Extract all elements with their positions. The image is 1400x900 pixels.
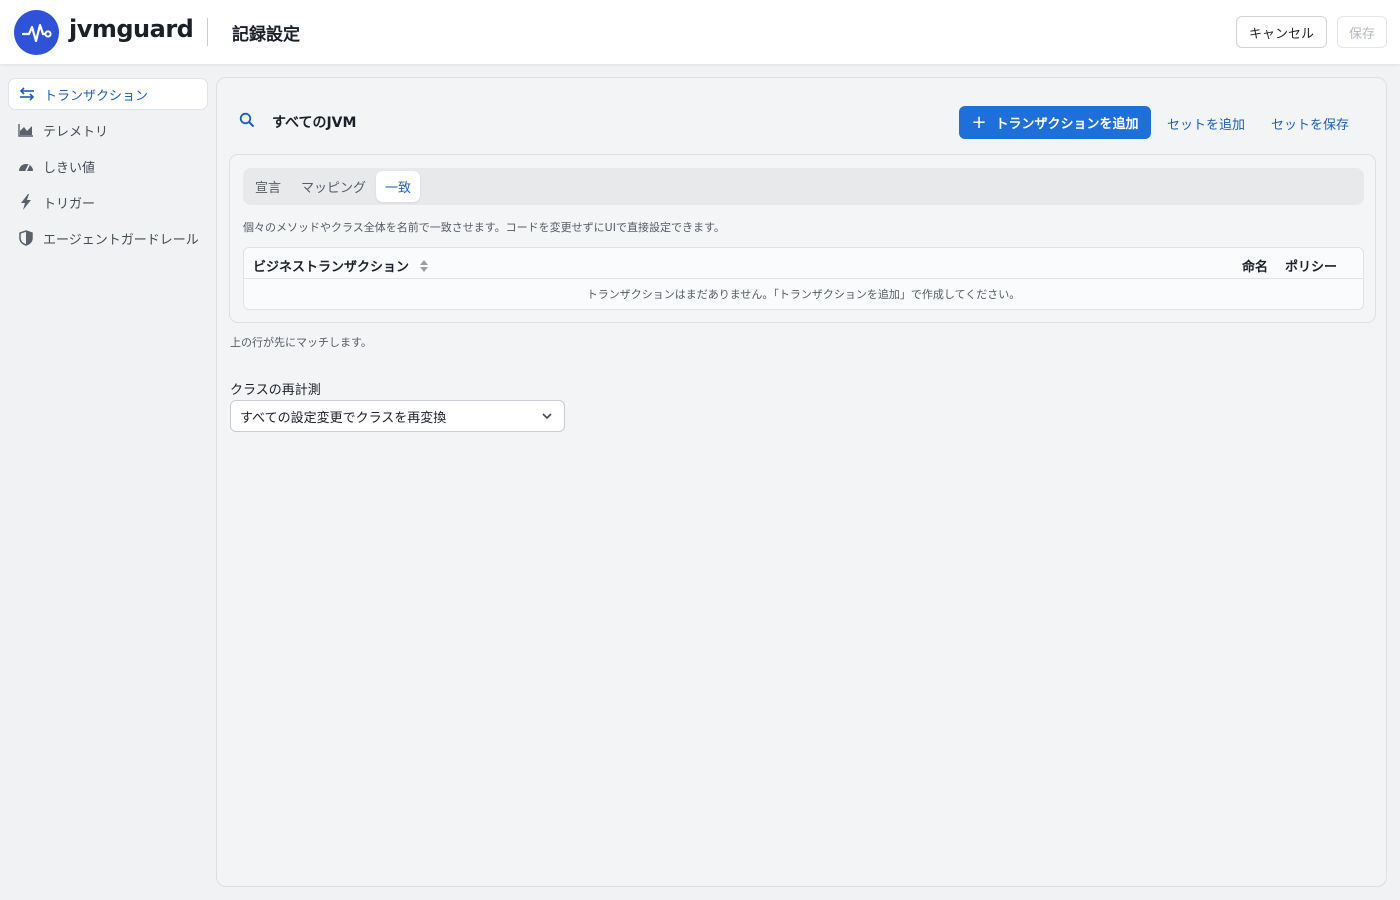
arrows-swap-icon	[19, 86, 35, 102]
tab-match[interactable]: 一致	[376, 171, 421, 202]
sidebar: トランザクション テレメトリ しきい値 トリガー エージェントガードレール	[0, 64, 216, 900]
sidebar-item-label: エージェントガードレール	[43, 232, 199, 248]
gauge-icon	[18, 158, 34, 174]
plus-icon: +	[971, 111, 987, 133]
sidebar-item-agent-guardrails[interactable]: エージェントガードレール	[8, 222, 208, 254]
sidebar-item-triggers[interactable]: トリガー	[8, 186, 208, 218]
scope-title: すべてのJVM	[272, 115, 357, 131]
page-title: 記録設定	[232, 25, 300, 45]
pulse-logo-icon	[14, 10, 59, 55]
sidebar-item-label: テレメトリ	[43, 124, 109, 140]
column-header-policy: ポリシー	[1285, 260, 1338, 275]
sidebar-item-thresholds[interactable]: しきい値	[8, 150, 208, 182]
app-header: jvmguard 記録設定 キャンセル 保存	[0, 0, 1400, 64]
transactions-card: 宣言 マッピング 一致 個々のメソッドやクラス全体を名前で一致させます。コードを…	[229, 154, 1376, 323]
column-header-naming: 命名	[1242, 260, 1269, 275]
sidebar-item-telemetry[interactable]: テレメトリ	[8, 114, 208, 146]
area-chart-icon	[18, 122, 34, 138]
brand-name: jvmguard	[69, 15, 194, 43]
match-order-note: 上の行が先にマッチします。	[230, 336, 372, 349]
retransform-select[interactable]: すべての設定変更でクラスを再変換	[230, 400, 565, 432]
retransform-selected-value: すべての設定変更でクラスを再変換	[240, 410, 447, 426]
header-divider	[207, 18, 208, 46]
transactions-table: ビジネストランザクション 命名 ポリシー トランザクションはまだありません。「ト…	[243, 247, 1364, 310]
main-panel: すべてのJVM + トランザクションを追加 セットを追加 セットを保存 宣言 マ…	[216, 77, 1387, 887]
save-set-button[interactable]: セットを保存	[1271, 114, 1349, 133]
tab-declare[interactable]: 宣言	[246, 171, 290, 202]
table-empty-message: トランザクションはまだありません。「トランザクションを追加」で作成してください。	[586, 288, 1021, 301]
cancel-button[interactable]: キャンセル	[1236, 16, 1327, 48]
sidebar-item-label: トリガー	[43, 196, 96, 212]
lightning-icon	[18, 194, 34, 210]
search-icon	[239, 112, 255, 132]
add-set-button[interactable]: セットを追加	[1167, 114, 1245, 133]
sort-icon[interactable]	[419, 259, 428, 276]
tab-description: 個々のメソッドやクラス全体を名前で一致させます。コードを変更せずにUIで直接設定…	[243, 221, 725, 234]
save-button[interactable]: 保存	[1337, 16, 1387, 48]
chevron-down-icon	[541, 410, 553, 426]
scope-selector[interactable]: すべてのJVM	[239, 110, 356, 134]
sidebar-item-label: しきい値	[43, 160, 96, 176]
column-header-business-transaction[interactable]: ビジネストランザクション	[253, 256, 428, 276]
sidebar-item-transactions[interactable]: トランザクション	[8, 78, 208, 110]
tab-mapping[interactable]: マッピング	[292, 171, 375, 202]
retransform-label: クラスの再計測	[230, 383, 321, 398]
add-transaction-label: トランザクションを追加	[995, 117, 1139, 132]
shield-icon	[18, 230, 34, 246]
add-transaction-button[interactable]: + トランザクションを追加	[959, 106, 1151, 139]
tab-bar: 宣言 マッピング 一致	[243, 168, 1364, 205]
table-header-row: ビジネストランザクション 命名 ポリシー	[244, 248, 1363, 279]
sidebar-item-label: トランザクション	[44, 88, 149, 104]
